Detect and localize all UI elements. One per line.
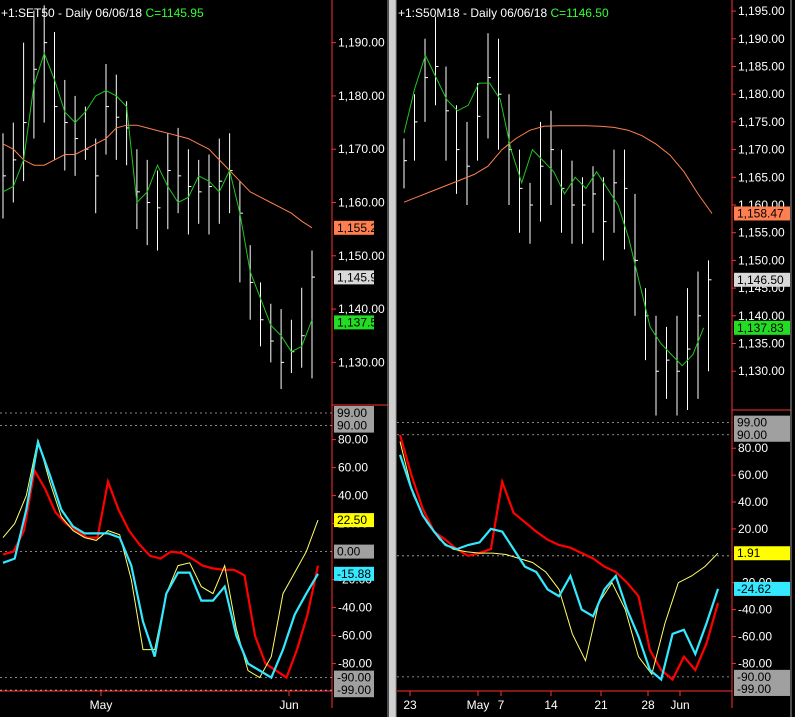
chart-panel-2[interactable]: 1,130.001,135.001,140.001,145.001,150.00… bbox=[397, 0, 792, 717]
osc-tick-label: -60.00 bbox=[738, 630, 772, 644]
time-tick-label: 21 bbox=[594, 698, 608, 712]
value-badge-cyan: -24.62 bbox=[734, 581, 790, 596]
header-period: Daily bbox=[470, 6, 497, 20]
svg-text:0.00: 0.00 bbox=[337, 545, 361, 559]
price-tick-label: 1,190.00 bbox=[738, 32, 785, 46]
price-tick-label: 1,135.00 bbox=[738, 337, 785, 351]
svg-text:22.50: 22.50 bbox=[337, 513, 367, 527]
time-tick-label: 7 bbox=[498, 698, 505, 712]
time-tick-label: May bbox=[467, 698, 490, 712]
svg-text:-99.00: -99.00 bbox=[737, 682, 771, 696]
price-tick-label: 1,150.00 bbox=[738, 253, 785, 267]
price-tick-label: 1,170.00 bbox=[338, 142, 385, 156]
value-badge-gray: -99.00 bbox=[734, 681, 790, 696]
price-tick-label: 1,195.00 bbox=[738, 4, 785, 18]
value-badge-close: 1,146.50 bbox=[734, 272, 790, 287]
price-tick-label: 1,175.00 bbox=[738, 115, 785, 129]
price-tick-label: 1,140.00 bbox=[338, 302, 385, 316]
ma-slow-line bbox=[403, 125, 713, 214]
svg-text:90.00: 90.00 bbox=[737, 428, 767, 442]
value-badge-close: 1,145.95 bbox=[334, 270, 384, 285]
time-tick-label: Jun bbox=[279, 698, 298, 712]
chart-header: +1:SET50 - Daily 06/06/18 C=1145.95 bbox=[1, 6, 204, 20]
svg-text:-15.88: -15.88 bbox=[337, 567, 371, 581]
chart-panel-1[interactable]: 1,130.00 1,140.00 1,150.00 1,160.00 1,170.00… bbox=[0, 0, 389, 717]
header-symbol: +1:SET50 bbox=[1, 6, 55, 20]
value-badge-gray: 90.00 bbox=[734, 427, 790, 442]
svg-text:1,137.83: 1,137.83 bbox=[737, 321, 784, 335]
price-tick-label: 1,180.00 bbox=[738, 87, 785, 101]
price-bars bbox=[403, 16, 712, 416]
svg-text:1,155.25: 1,155.25 bbox=[337, 221, 384, 235]
value-badge-ma_fast: 1,137.83 bbox=[734, 320, 790, 335]
osc-tick-label: -80.00 bbox=[738, 656, 772, 670]
price-tick-label: 1,150.00 bbox=[338, 249, 385, 263]
osc-tick-label: 20.00 bbox=[738, 522, 768, 536]
svg-text:1,158.47: 1,158.47 bbox=[737, 206, 784, 220]
svg-text:1,137.50: 1,137.50 bbox=[337, 315, 384, 329]
osc-tick-label: 60.00 bbox=[338, 461, 368, 475]
osc-cyan-line bbox=[2, 438, 319, 680]
osc-tick-label: -40.00 bbox=[338, 601, 372, 615]
time-tick-label: 23 bbox=[403, 698, 417, 712]
price-tick-label: 1,170.00 bbox=[738, 143, 785, 157]
price-tick-label: 1,190.00 bbox=[338, 36, 385, 50]
time-tick-label: 14 bbox=[544, 698, 558, 712]
osc-tick-label: -80.00 bbox=[338, 657, 372, 671]
price-tick-label: 1,130.00 bbox=[338, 355, 385, 369]
osc-tick-label: -40.00 bbox=[738, 603, 772, 617]
value-badge-yellow: 1.91 bbox=[734, 546, 790, 561]
value-badge-ma_slow: 1,158.47 bbox=[734, 206, 790, 221]
price-bars bbox=[2, 5, 315, 390]
osc-tick-label: 40.00 bbox=[338, 489, 368, 503]
value-badge-cyan: -15.88 bbox=[334, 566, 374, 581]
osc-tick-label: 40.00 bbox=[738, 495, 768, 509]
value-badge-ma_fast: 1,137.50 bbox=[334, 315, 384, 330]
header-symbol: +1:S50M18 bbox=[398, 6, 460, 20]
value-badge-yellow: 22.50 bbox=[334, 513, 374, 528]
chart-header: +1:S50M18 - Daily 06/06/18 C=1146.50 bbox=[398, 6, 609, 20]
svg-text:1,145.95: 1,145.95 bbox=[337, 270, 384, 284]
price-tick-label: 1,180.00 bbox=[338, 89, 385, 103]
svg-text:-24.62: -24.62 bbox=[737, 582, 771, 596]
header-close: C=1146.50 bbox=[550, 6, 608, 20]
time-tick-label: Jun bbox=[670, 698, 689, 712]
osc-tick-label: 80.00 bbox=[738, 441, 768, 455]
svg-text:1.91: 1.91 bbox=[737, 546, 761, 560]
value-badge-gray: -99.00 bbox=[334, 683, 374, 698]
panel-splitter[interactable] bbox=[389, 0, 396, 717]
header-period: Daily bbox=[65, 6, 92, 20]
osc-red-line bbox=[2, 467, 320, 680]
svg-text:90.00: 90.00 bbox=[337, 419, 367, 433]
charts-canvas: 1,130.00 1,140.00 1,150.00 1,160.00 1,170.00… bbox=[0, 0, 792, 717]
price-tick-label: 1,130.00 bbox=[738, 364, 785, 378]
time-tick-label: May bbox=[90, 698, 113, 712]
svg-text:1,146.50: 1,146.50 bbox=[737, 273, 784, 287]
header-date: 06/06/18 bbox=[95, 6, 142, 20]
header-close: C=1145.95 bbox=[145, 6, 203, 20]
osc-tick-label: -60.00 bbox=[338, 629, 372, 643]
ma-fast-line bbox=[403, 54, 705, 367]
osc-cyan-line bbox=[398, 454, 720, 682]
price-tick-label: 1,155.00 bbox=[738, 226, 785, 240]
value-badge-gray: 90.00 bbox=[334, 418, 374, 433]
osc-tick-label: 80.00 bbox=[338, 433, 368, 447]
svg-text:-99.00: -99.00 bbox=[337, 683, 371, 697]
osc-tick-label: 60.00 bbox=[738, 468, 768, 482]
price-tick-label: 1,185.00 bbox=[738, 59, 785, 73]
time-tick-label: 28 bbox=[641, 698, 655, 712]
price-tick-label: 1,165.00 bbox=[738, 170, 785, 184]
value-badge-ma_slow: 1,155.25 bbox=[334, 220, 384, 235]
value-badge-gray: 0.00 bbox=[334, 544, 374, 559]
price-tick-label: 1,160.00 bbox=[338, 196, 385, 210]
header-date: 06/06/18 bbox=[500, 6, 547, 20]
